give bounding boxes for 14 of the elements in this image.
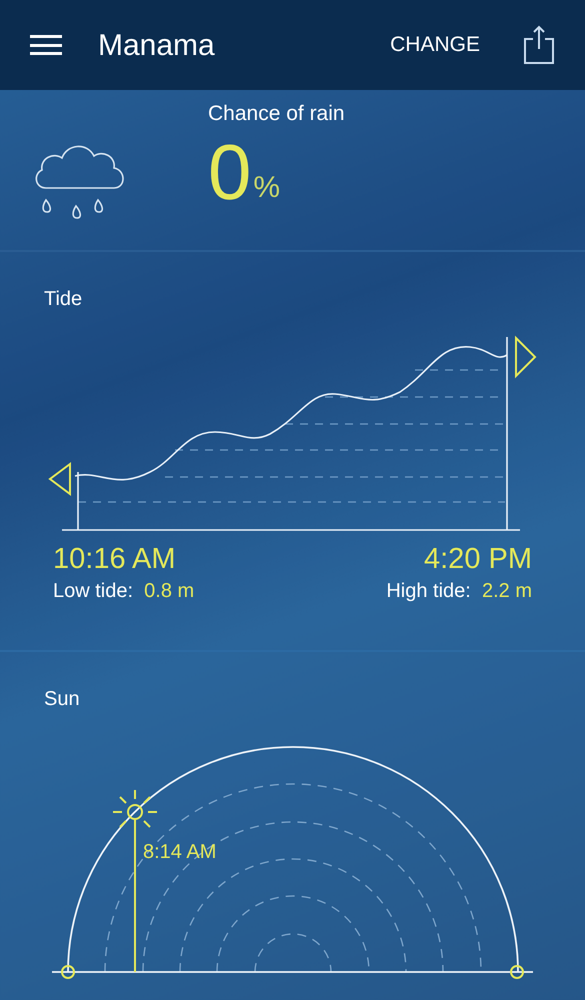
low-tide-time: 10:16 AM (53, 542, 177, 576)
low-tide-info: Low tide: 0.8 m (53, 579, 194, 604)
percent-sign: % (253, 170, 280, 206)
share-icon[interactable] (523, 25, 555, 65)
sunrise-time: 8:14 AM (143, 841, 216, 863)
menu-icon[interactable] (30, 35, 62, 55)
sun-title: Sun (44, 687, 80, 712)
rain-label: Chance of rain (208, 101, 345, 127)
tide-title: Tide (44, 287, 82, 312)
high-tide-time: 4:20 PM (424, 542, 532, 576)
rain-value: 0 (208, 132, 252, 212)
city-title: Manama (98, 28, 215, 64)
change-button[interactable]: CHANGE (390, 29, 480, 61)
high-tide-info: High tide: 2.2 m (386, 579, 532, 604)
